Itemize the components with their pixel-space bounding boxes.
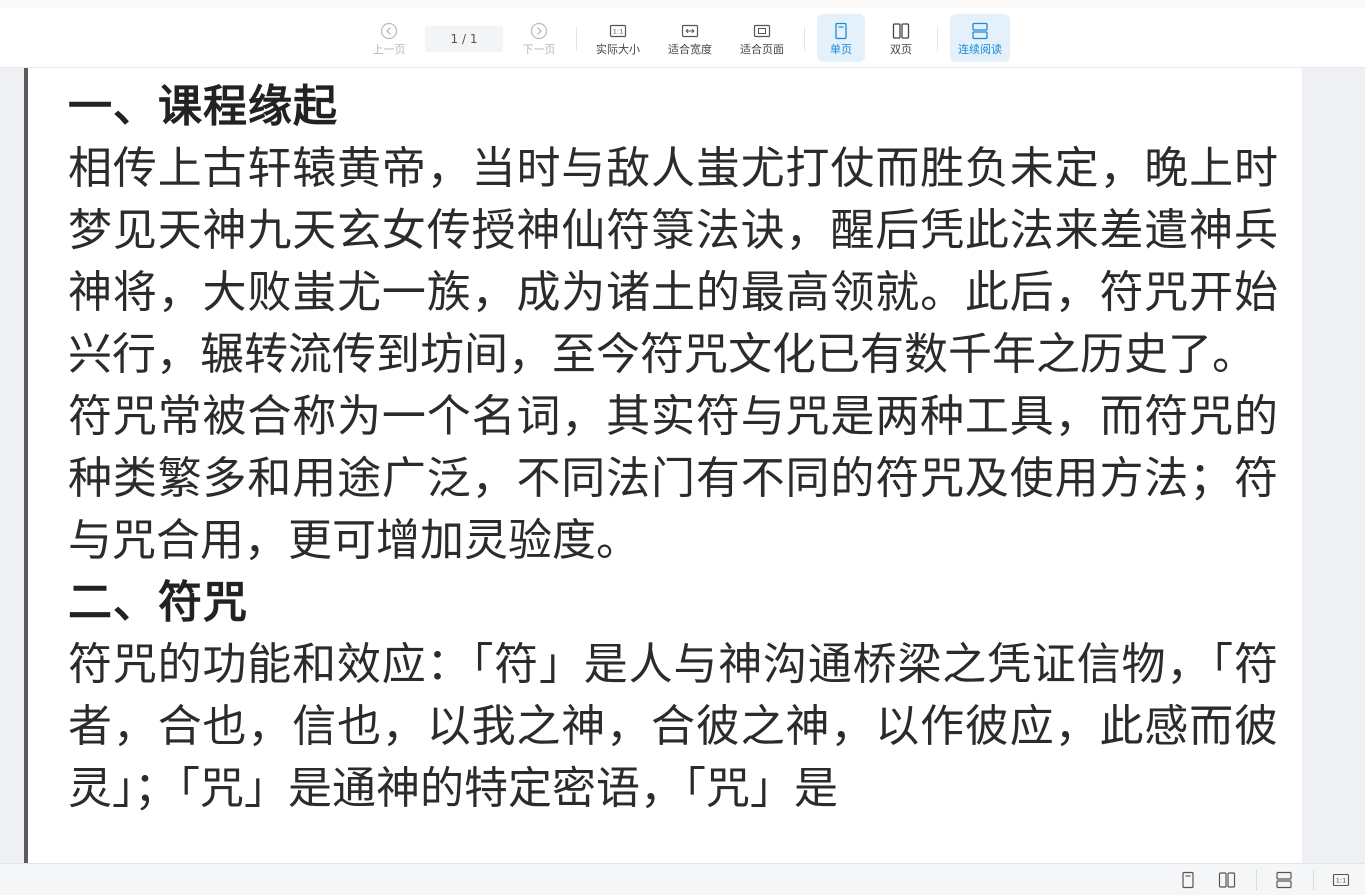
prev-page-label: 上一页 <box>372 43 406 56</box>
toolbar-divider <box>804 27 805 51</box>
actual-size-button[interactable]: 1:1 实际大小 <box>592 14 644 62</box>
fit-width-label: 适合宽度 <box>668 43 712 56</box>
single-page-label: 单页 <box>830 43 852 56</box>
document-viewport[interactable]: 一、课程缘起 相传上古轩辕黄帝，当时与敌人蚩尤打仗而胜负未定，晚上时梦见天神九天… <box>0 68 1365 863</box>
fit-width-button[interactable]: 适合宽度 <box>664 14 716 62</box>
paragraph-1: 相传上古轩辕黄帝，当时与敌人蚩尤打仗而胜负未定，晚上时梦见天神九天玄女传授神仙符… <box>68 143 1278 380</box>
section-heading-1: 一、课程缘起 <box>68 81 338 132</box>
status-divider <box>1313 870 1314 890</box>
next-page-label: 下一页 <box>522 43 556 56</box>
continuous-reading-button[interactable]: 连续阅读 <box>950 14 1010 62</box>
svg-text:1:1: 1:1 <box>1336 877 1346 885</box>
fit-page-label: 适合页面 <box>740 43 784 56</box>
page-number-input[interactable]: 1 / 1 <box>425 26 503 52</box>
page-content: 一、课程缘起 相传上古轩辕黄帝，当时与敌人蚩尤打仗而胜负未定，晚上时梦见天神九天… <box>68 76 1278 820</box>
actual-size-icon: 1:1 <box>609 24 627 38</box>
viewer-toolbar: 上一页 1 / 1 下一页 1:1 实际大小 适合宽度 适合页面 单页 双页 连… <box>0 0 1365 68</box>
single-page-button[interactable]: 单页 <box>817 14 865 62</box>
paragraph-3: 符咒的功能和效应：「符」是人与神沟通桥梁之凭证信物，「符者，合也，信也，以我之神… <box>68 639 1278 814</box>
fit-width-icon <box>681 24 699 38</box>
continuous-scroll-icon <box>972 22 988 40</box>
single-page-icon <box>835 22 847 40</box>
actual-size-icon[interactable]: 1:1 <box>1332 871 1350 889</box>
document-page: 一、课程缘起 相传上古轩辕黄帝，当时与敌人蚩尤打仗而胜负未定，晚上时梦见天神九天… <box>24 68 1302 863</box>
next-page-button[interactable]: 下一页 <box>518 14 560 62</box>
svg-text:1:1: 1:1 <box>613 28 623 36</box>
double-page-icon <box>892 23 910 39</box>
status-divider <box>1256 870 1257 890</box>
toolbar-top-strip <box>0 0 1365 8</box>
section-heading-2: 二、符咒 <box>68 577 248 628</box>
toolbar-divider <box>937 27 938 51</box>
chevron-right-circle-icon <box>530 22 548 40</box>
fit-page-button[interactable]: 适合页面 <box>736 14 788 62</box>
double-page-label: 双页 <box>890 43 912 56</box>
paragraph-2: 符咒常被合称为一个名词，其实符与咒是两种工具，而符咒的种类繁多和用途广泛，不同法… <box>68 391 1278 566</box>
continuous-scroll-icon[interactable] <box>1275 871 1293 889</box>
double-page-icon[interactable] <box>1218 871 1236 889</box>
continuous-reading-label: 连续阅读 <box>958 43 1002 56</box>
prev-page-button[interactable]: 上一页 <box>368 14 410 62</box>
toolbar-divider <box>576 27 577 51</box>
fit-page-icon <box>753 24 771 38</box>
single-page-icon[interactable] <box>1179 871 1197 889</box>
actual-size-label: 实际大小 <box>596 43 640 56</box>
status-bar: 1:1 <box>0 863 1365 895</box>
double-page-button[interactable]: 双页 <box>877 14 925 62</box>
chevron-left-circle-icon <box>380 22 398 40</box>
